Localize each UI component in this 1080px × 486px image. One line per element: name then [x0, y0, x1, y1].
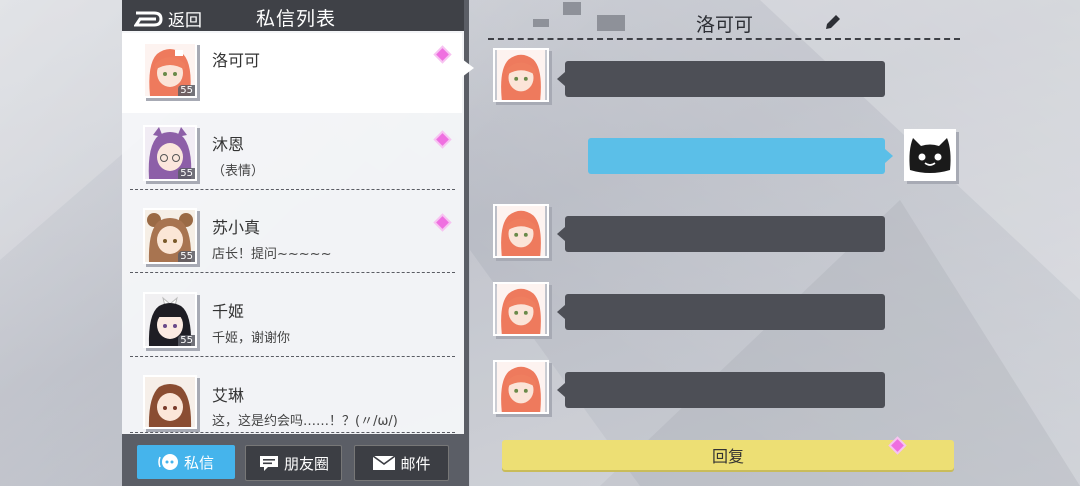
last-message: 这，这是约会吗……！？(〃/ω/) [212, 414, 398, 429]
speech-bubble-icon [259, 456, 278, 471]
character-portrait-icon [496, 362, 546, 412]
reply-label: 回复 [711, 447, 744, 466]
level-badge: 55 [178, 335, 195, 346]
contact-name: 千姬 [212, 302, 245, 321]
selection-pointer [462, 59, 474, 77]
last-message: 店长！提问~~~~~ [212, 247, 332, 262]
back-label: 返回 [168, 11, 202, 31]
chat-title: 洛可可 [696, 14, 754, 36]
edit-button[interactable] [823, 12, 843, 36]
chat-avatar [493, 360, 549, 414]
divider [130, 356, 455, 357]
character-portrait-icon [496, 284, 546, 334]
contact-name: 苏小真 [212, 218, 261, 237]
page-title: 私信列表 [256, 8, 337, 30]
incoming-message-bubble [557, 372, 885, 408]
chat-header-divider [488, 38, 960, 40]
contact-name: 沐恩 [212, 135, 245, 154]
chat-bubble-icon [158, 454, 178, 470]
envelope-icon [373, 455, 396, 470]
divider [130, 432, 455, 433]
tab-mail-label: 邮件 [400, 454, 431, 473]
incoming-message-bubble [557, 294, 885, 330]
last-message: （表情） [212, 164, 265, 179]
tab-moments-label: 朋友圈 [283, 454, 329, 473]
avatar: 55 [143, 292, 197, 348]
character-portrait-icon [145, 377, 195, 427]
pencil-icon [826, 15, 840, 29]
tab-mail[interactable]: 邮件 [354, 445, 449, 481]
divider [130, 272, 455, 273]
back-arrow-icon [134, 11, 163, 26]
character-portrait-icon [496, 50, 546, 100]
contact-name: 洛可可 [212, 51, 261, 70]
chat-avatar [493, 48, 549, 102]
player-avatar [904, 129, 956, 181]
incoming-message-bubble [557, 216, 885, 252]
contact-name: 艾琳 [212, 386, 245, 405]
avatar [143, 375, 197, 429]
tab-moments[interactable]: 朋友圈 [245, 445, 342, 481]
level-badge: 55 [178, 251, 195, 262]
divider [130, 106, 455, 108]
divider [130, 189, 455, 190]
character-portrait-icon [496, 206, 546, 256]
avatar: 55 [143, 125, 197, 181]
reply-button[interactable]: 回复 [502, 440, 954, 470]
avatar: 55 [143, 208, 197, 264]
chat-avatar [493, 282, 549, 336]
level-badge: 55 [178, 168, 195, 179]
level-badge: 55 [178, 85, 195, 96]
outgoing-message-bubble [588, 138, 893, 174]
chat-avatar [493, 204, 549, 258]
tab-messages-label: 私信 [183, 453, 214, 472]
back-button[interactable]: 返回 [134, 6, 202, 31]
last-message: 千姬，谢谢你 [212, 331, 291, 346]
avatar: 55 [143, 42, 197, 98]
tab-messages[interactable]: 私信 [137, 445, 235, 479]
incoming-message-bubble [557, 61, 885, 97]
black-cat-icon [905, 130, 955, 180]
